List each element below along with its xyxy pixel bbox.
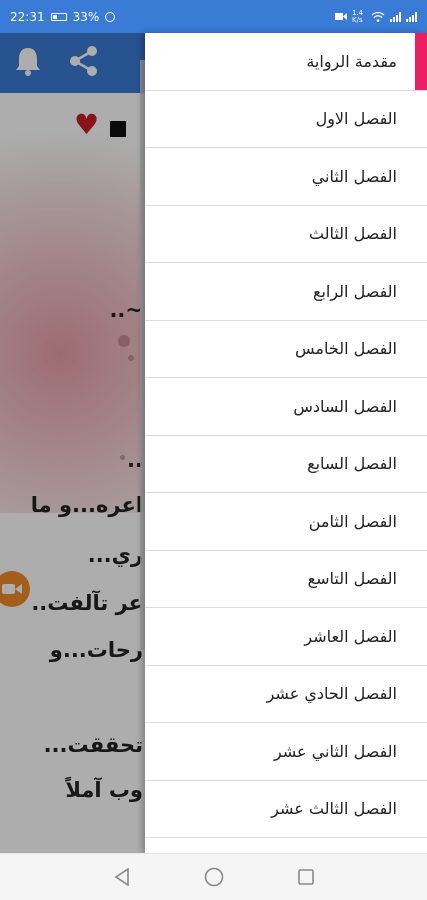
drawer-item-chapter-2[interactable]: الفصل الثاني: [145, 148, 427, 206]
drawer-item-chapter-1[interactable]: الفصل الاول: [145, 91, 427, 148]
drawer-item-chapter-12[interactable]: الفصل الثاني عشر: [145, 723, 427, 781]
chapters-drawer: مقدمة الرواية الفصل الاول الفصل الثاني ا…: [145, 33, 427, 853]
recents-button[interactable]: [295, 866, 317, 888]
system-nav-bar: [0, 853, 427, 900]
drawer-item-chapter-7[interactable]: الفصل السابع: [145, 436, 427, 493]
drawer-item-label: الفصل الثاني عشر: [273, 741, 397, 761]
back-button[interactable]: [111, 866, 133, 888]
screen-record-icon: [335, 13, 347, 20]
status-time: 22:31: [10, 9, 45, 24]
drawer-item-label: الفصل السابع: [307, 454, 397, 474]
drawer-item-chapter-3[interactable]: الفصل الثالث: [145, 206, 427, 263]
drawer-scrim[interactable]: [0, 33, 145, 853]
drawer-item-label: الفصل الرابع: [312, 281, 397, 301]
signal-icon: [390, 11, 401, 22]
drawer-item-chapter-6[interactable]: الفصل السادس: [145, 378, 427, 436]
drawer-item-chapter-4[interactable]: الفصل الرابع: [145, 263, 427, 321]
drawer-item-label: الفصل الاول: [315, 109, 397, 129]
drawer-item-chapter-9[interactable]: الفصل التاسع: [145, 551, 427, 608]
drawer-item-label: مقدمة الرواية: [306, 51, 397, 71]
network-speed: 1.4 K/s: [352, 8, 364, 24]
recents-icon: [297, 869, 314, 885]
home-button[interactable]: [203, 866, 225, 888]
drawer-item-chapter-10[interactable]: الفصل العاشر: [145, 608, 427, 666]
home-icon: [204, 867, 223, 887]
wifi-icon: [371, 11, 385, 22]
drawer-item-intro[interactable]: مقدمة الرواية: [145, 33, 427, 91]
drawer-item-label: الفصل الثالث: [308, 224, 397, 244]
active-item-marker: [415, 33, 427, 90]
drawer-item-label: الفصل السادس: [293, 396, 397, 416]
drawer-item-label: الفصل الحادي عشر: [266, 684, 397, 704]
back-icon: [114, 868, 129, 886]
drawer-item-label: الفصل العاشر: [304, 626, 397, 646]
drawer-item-label: الفصل الخامس: [295, 339, 397, 359]
drawer-item-chapter-8[interactable]: الفصل الثامن: [145, 493, 427, 551]
drawer-item-chapter-13[interactable]: الفصل الثالث عشر: [145, 781, 427, 838]
drawer-item-label: الفصل الثامن: [308, 511, 397, 531]
drawer-item-chapter-11[interactable]: الفصل الحادي عشر: [145, 666, 427, 723]
drawer-item-label: الفصل الثاني: [311, 166, 397, 186]
alarm-icon: [105, 11, 116, 22]
drawer-item-chapter-5[interactable]: الفصل الخامس: [145, 321, 427, 378]
battery-level: 33%: [72, 9, 100, 24]
drawer-item-label: الفصل الثالث عشر: [271, 799, 397, 819]
battery-icon: [50, 12, 67, 21]
signal-icon-2: [406, 11, 417, 22]
drawer-item-label: الفصل التاسع: [307, 569, 397, 589]
status-bar: 22:31 33% 1.4 K/s: [0, 0, 427, 33]
